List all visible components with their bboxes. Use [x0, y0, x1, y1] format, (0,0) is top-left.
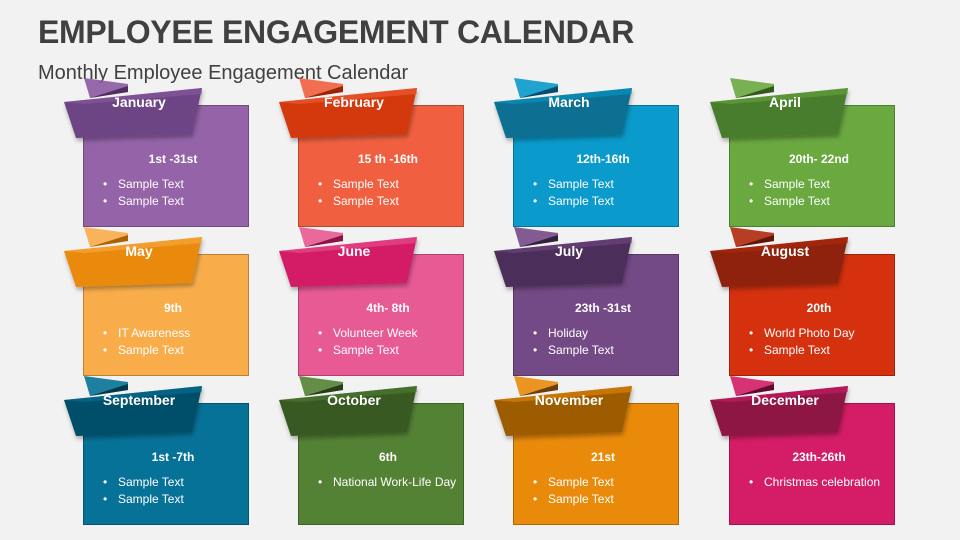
month-dates: 4th- 8th — [366, 301, 410, 315]
event-item: IT Awareness — [100, 325, 242, 342]
event-list: Sample TextSample Text — [100, 474, 242, 508]
event-list: Sample TextSample Text — [530, 176, 672, 210]
month-dates: 15 th -16th — [357, 152, 418, 166]
month-card-february: February 15 th -16th Sample TextSample Tex… — [279, 78, 464, 227]
month-dates: 23th -31st — [574, 301, 632, 315]
event-item: National Work-Life Day — [315, 474, 457, 491]
month-name: July — [554, 243, 583, 259]
event-item: Sample Text — [315, 342, 457, 359]
month-name: August — [760, 243, 810, 259]
event-item: Sample Text — [530, 176, 672, 193]
event-item: Sample Text — [315, 193, 457, 210]
event-list: IT AwarenessSample Text — [100, 325, 242, 359]
month-dates: 1st -31st — [148, 152, 198, 166]
event-item: Christmas celebration — [746, 474, 888, 491]
event-list: Sample TextSample Text — [746, 176, 888, 210]
month-dates: 9th — [164, 301, 182, 315]
event-item: Sample Text — [100, 342, 242, 359]
event-item: Sample Text — [530, 474, 672, 491]
month-name: May — [125, 243, 153, 259]
month-card-july: July 23th -31st HolidaySample Text — [494, 227, 679, 376]
event-item: Volunteer Week — [315, 325, 457, 342]
event-item: Sample Text — [746, 342, 888, 359]
month-name: March — [548, 94, 590, 110]
event-list: Volunteer WeekSample Text — [315, 325, 457, 359]
event-list: National Work-Life Day — [315, 474, 457, 491]
month-card-november: November 21st Sample TextSample Text — [494, 376, 679, 525]
event-item: Sample Text — [100, 193, 242, 210]
month-dates: 6th — [379, 450, 397, 464]
month-dates: 23th-26th — [792, 450, 846, 464]
month-card-may: May 9th IT AwarenessSample Text — [64, 227, 249, 376]
month-name: December — [751, 392, 819, 408]
month-name: November — [534, 392, 604, 408]
month-card-june: June 4th- 8th Volunteer WeekSample Text — [279, 227, 464, 376]
month-name: February — [324, 94, 384, 110]
event-item: Sample Text — [530, 342, 672, 359]
event-item: Sample Text — [100, 474, 242, 491]
month-dates: 21st — [590, 450, 616, 464]
month-card-september: September 1st -7th Sample TextSample Text — [64, 376, 249, 525]
event-list: Sample TextSample Text — [530, 474, 672, 508]
month-card-august: August 20th World Photo DaySample Text — [710, 227, 895, 376]
month-card-january: January 1st -31st Sample TextSample Text — [64, 78, 249, 227]
event-item: Sample Text — [315, 176, 457, 193]
event-item: World Photo Day — [746, 325, 888, 342]
month-card-april: April 20th- 22nd Sample TextSample Text — [710, 78, 895, 227]
month-card-december: December 23th-26th Christmas celebration — [710, 376, 895, 525]
event-item: Sample Text — [530, 193, 672, 210]
month-name: October — [327, 392, 381, 408]
month-dates: 12th-16th — [576, 152, 630, 166]
month-dates: 1st -7th — [151, 450, 195, 464]
event-item: Sample Text — [100, 491, 242, 508]
page-subtitle: Monthly Employee Engagement Calendar — [38, 62, 409, 84]
event-item: Sample Text — [100, 176, 242, 193]
event-item: Sample Text — [746, 176, 888, 193]
event-item: Sample Text — [746, 193, 888, 210]
month-card-october: October 6th National Work-Life Day — [279, 376, 464, 525]
event-list: World Photo DaySample Text — [746, 325, 888, 359]
event-list: Sample TextSample Text — [100, 176, 242, 210]
month-dates: 20th- 22nd — [788, 152, 849, 166]
event-list: HolidaySample Text — [530, 325, 672, 359]
event-list: Christmas celebration — [746, 474, 888, 491]
event-item: Sample Text — [530, 491, 672, 508]
event-list: Sample TextSample Text — [315, 176, 457, 210]
event-item: Holiday — [530, 325, 672, 342]
month-name: September — [102, 392, 176, 408]
month-name: June — [337, 243, 371, 259]
month-dates: 20th — [806, 301, 832, 315]
month-name: January — [112, 94, 166, 110]
page-title: EMPLOYEE ENGAGEMENT CALENDAR — [38, 14, 635, 50]
month-card-march: March 12th-16th Sample TextSample Text — [494, 78, 679, 227]
month-name: April — [769, 94, 801, 110]
